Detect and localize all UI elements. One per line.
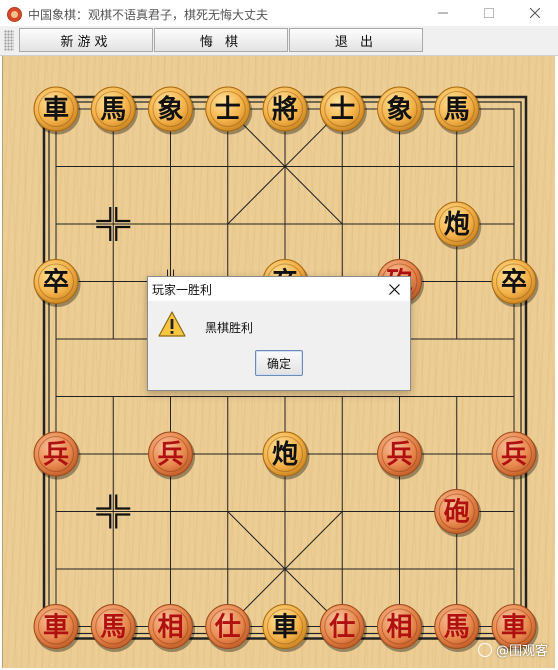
last-move-marker: [96, 513, 112, 529]
black-piece[interactable]: 象: [148, 86, 196, 135]
close-button[interactable]: [512, 0, 558, 26]
maximize-icon: [484, 8, 494, 18]
red-piece[interactable]: 兵: [491, 431, 539, 480]
position-mark: [101, 499, 111, 509]
piece-label: 炮: [272, 439, 298, 470]
last-move-marker: [115, 513, 131, 529]
warning-icon: [158, 311, 186, 337]
window-title: 中国象棋：观棋不语真君子，棋死无悔大丈夫: [28, 8, 269, 22]
watermark: @围观客: [478, 640, 548, 659]
minimize-icon: [438, 12, 448, 14]
piece-label: 仕: [328, 613, 355, 643]
piece-label: 象: [386, 94, 412, 125]
red-piece[interactable]: 兵: [377, 431, 425, 480]
piece-label: 將: [272, 95, 298, 125]
red-piece[interactable]: 砲: [434, 489, 482, 538]
close-icon: [530, 8, 540, 18]
piece-label: 炮: [444, 209, 470, 240]
dialog-message: 黑棋胜利: [205, 321, 254, 335]
black-piece[interactable]: 將: [262, 86, 310, 135]
piece-label: 象: [157, 94, 183, 125]
piece-label: 兵: [501, 440, 527, 470]
exit-button[interactable]: 退 出: [289, 28, 423, 52]
red-piece[interactable]: 仕: [205, 604, 253, 653]
red-piece[interactable]: 馬: [90, 604, 138, 653]
app-icon: [7, 7, 22, 22]
black-piece[interactable]: 車: [33, 86, 81, 135]
red-piece[interactable]: 仕: [319, 604, 367, 653]
last-move-marker: [96, 494, 112, 510]
piece-label: 兵: [43, 440, 69, 470]
piece-label: 兵: [157, 440, 183, 470]
piece-label: 卒: [501, 267, 527, 298]
watermark-text: @围观客: [496, 644, 549, 659]
piece-label: 馬: [100, 613, 126, 643]
black-piece[interactable]: 卒: [491, 259, 539, 308]
position-mark: [115, 226, 126, 236]
watermark-logo-icon: [478, 642, 492, 657]
red-piece[interactable]: 車: [33, 604, 81, 653]
last-move-marker: [96, 207, 112, 223]
dialog-title-bar: 玩家一胜利: [148, 277, 410, 301]
last-move-marker: [96, 225, 112, 241]
piece-label: 車: [43, 95, 69, 125]
result-dialog: 玩家一胜利 黑棋胜利 确定: [147, 276, 411, 391]
title-bar: 中国象棋：观棋不语真君子，棋死无悔大丈夫: [0, 0, 558, 27]
black-piece[interactable]: 卒: [33, 259, 81, 308]
dialog-close-button[interactable]: [384, 280, 404, 298]
last-move-marker: [115, 207, 131, 223]
black-piece[interactable]: 馬: [434, 86, 482, 135]
piece-label: 相: [157, 613, 183, 643]
piece-label: 車: [272, 613, 298, 643]
piece-label: 士: [329, 95, 355, 125]
black-piece[interactable]: 士: [205, 86, 253, 135]
toolbar-grip-handle[interactable]: [4, 30, 14, 51]
red-piece[interactable]: 相: [377, 604, 425, 653]
piece-label: 馬: [100, 95, 126, 125]
piece-label: 卒: [43, 267, 69, 298]
black-piece[interactable]: 炮: [262, 431, 310, 480]
undo-button[interactable]: 悔 棋: [154, 28, 288, 52]
piece-label: 馬: [444, 613, 470, 643]
black-piece[interactable]: 車: [262, 604, 310, 653]
minimize-button[interactable]: [420, 0, 466, 26]
new-game-button[interactable]: 新游戏: [19, 28, 153, 52]
piece-label: 車: [501, 613, 527, 643]
toolbar: 新游戏 悔 棋 退 出: [0, 26, 558, 56]
maximize-button[interactable]: [466, 0, 512, 26]
piece-label: 馬: [444, 95, 470, 125]
last-move-marker: [115, 225, 131, 241]
red-piece[interactable]: 相: [148, 604, 196, 653]
black-piece[interactable]: 象: [377, 86, 425, 135]
piece-label: 士: [215, 95, 241, 125]
piece-label: 車: [43, 613, 69, 643]
position-mark: [101, 226, 111, 236]
last-move-marker: [115, 494, 131, 510]
piece-label: 兵: [386, 440, 412, 470]
position-mark: [115, 514, 126, 524]
position-mark: [101, 514, 111, 524]
dialog-title: 玩家一胜利: [152, 283, 213, 297]
piece-label: 相: [386, 613, 412, 643]
black-piece[interactable]: 士: [319, 86, 367, 135]
piece-label: 砲: [444, 498, 470, 528]
close-icon: [388, 283, 400, 295]
red-piece[interactable]: 馬: [434, 604, 482, 653]
red-piece[interactable]: 兵: [33, 431, 81, 480]
red-piece[interactable]: 兵: [148, 431, 196, 480]
ok-button[interactable]: 确定: [255, 350, 303, 376]
position-mark: [115, 499, 126, 509]
position-mark: [101, 212, 111, 222]
piece-label: 仕: [214, 613, 241, 643]
black-piece[interactable]: 馬: [90, 86, 138, 135]
position-mark: [115, 212, 126, 222]
black-piece[interactable]: 炮: [434, 201, 482, 250]
